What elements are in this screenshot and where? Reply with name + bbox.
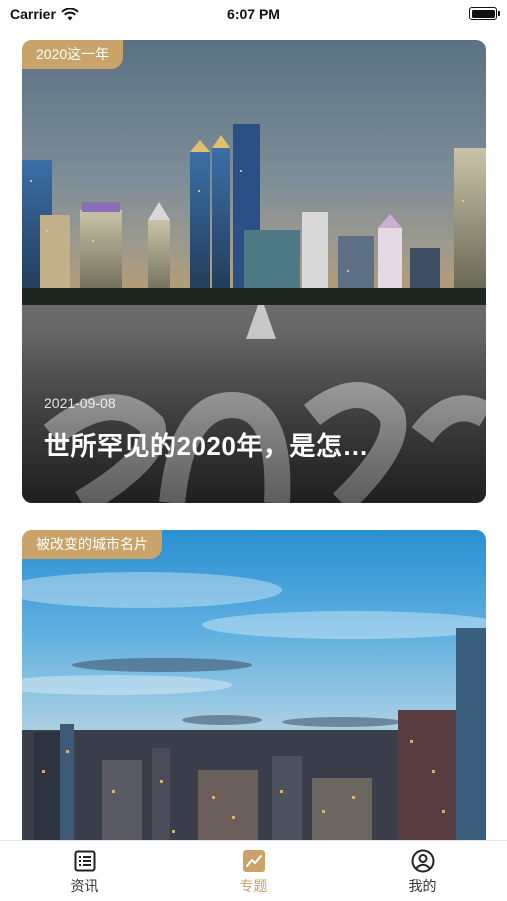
city-skyline-illustration — [22, 124, 486, 310]
topic-tag: 2020这一年 — [22, 40, 124, 69]
card-title: 世所罕见的2020年，是怎… — [44, 431, 369, 461]
topic-tag: 被改变的城市名片 — [22, 530, 162, 559]
tab-label: 资讯 — [70, 878, 99, 894]
tab-label: 专题 — [239, 878, 268, 894]
card-cover-shade — [22, 333, 486, 503]
tab-news[interactable]: 资讯 — [0, 841, 169, 901]
tab-topics[interactable]: 专题 — [169, 841, 338, 901]
topic-feed[interactable]: 2020这一年 2021-09-08 世所罕见的2020年，是怎… 被改变的城市… — [0, 0, 507, 840]
tab-label: 我的 — [408, 878, 437, 894]
user-profile-icon — [411, 849, 434, 873]
topic-card[interactable]: 被改变的城市名片 — [22, 530, 486, 840]
tab-bar: 资讯 专题 我的 — [0, 840, 507, 901]
topic-card[interactable]: 2020这一年 2021-09-08 世所罕见的2020年，是怎… — [22, 40, 486, 503]
card-date: 2021-09-08 — [44, 395, 116, 411]
city-skyline-illustration — [22, 628, 486, 840]
tab-profile[interactable]: 我的 — [338, 841, 507, 901]
trend-chart-icon — [242, 850, 265, 872]
news-list-icon — [74, 850, 95, 872]
